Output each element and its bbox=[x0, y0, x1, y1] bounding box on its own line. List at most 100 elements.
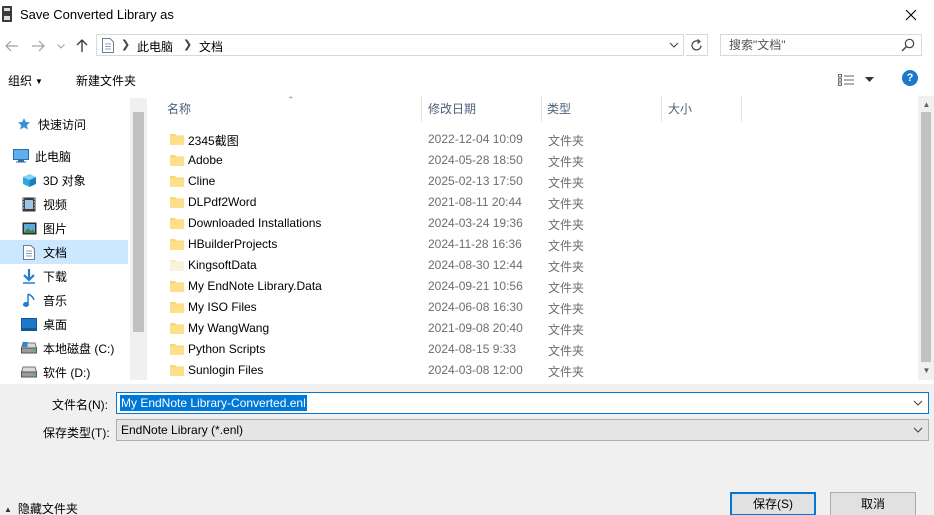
chevron-down-icon bbox=[57, 43, 65, 49]
sort-ascending-icon: ⌃ bbox=[287, 96, 295, 105]
column-header-type[interactable]: 类型 bbox=[542, 96, 662, 122]
close-button[interactable] bbox=[888, 0, 934, 30]
folder-icon bbox=[170, 134, 184, 145]
folder-icon bbox=[170, 176, 184, 187]
nav-item-drive-c[interactable]: 本地磁盘 (C:) bbox=[0, 336, 128, 360]
navigation-pane-scrollbar[interactable] bbox=[130, 98, 147, 380]
refresh-button[interactable] bbox=[686, 34, 708, 56]
column-header-size[interactable]: 大小 bbox=[662, 96, 742, 122]
scrollbar-thumb[interactable] bbox=[133, 112, 144, 332]
folder-icon bbox=[170, 281, 184, 292]
recent-locations-button[interactable] bbox=[54, 36, 68, 56]
folder-icon bbox=[170, 323, 184, 334]
file-row[interactable]: My ISO Files 2024-06-08 16:30 文件夹 bbox=[148, 297, 918, 318]
up-button[interactable] bbox=[72, 36, 92, 56]
file-modified: 2024-06-08 16:30 bbox=[428, 300, 523, 314]
nav-item-label: 文档 bbox=[43, 245, 68, 260]
cancel-button[interactable]: 取消 bbox=[830, 492, 916, 515]
nav-item-quick-access[interactable]: 快速访问 bbox=[0, 112, 128, 136]
window-title: Save Converted Library as bbox=[20, 7, 174, 22]
file-type: 文件夹 bbox=[548, 197, 585, 211]
search-input[interactable] bbox=[721, 35, 896, 55]
nav-item-label: 下载 bbox=[43, 269, 68, 284]
change-view-button[interactable] bbox=[838, 72, 878, 88]
scroll-down-icon[interactable]: ▼ bbox=[918, 364, 934, 378]
nav-item-drive-d[interactable]: 软件 (D:) bbox=[0, 360, 128, 380]
pictures-icon bbox=[21, 220, 37, 236]
breadcrumb-separator-icon: ❯ bbox=[183, 39, 193, 51]
view-details-icon bbox=[838, 74, 854, 86]
file-name: KingsoftData bbox=[188, 258, 257, 272]
column-header-modified[interactable]: 修改日期 bbox=[422, 96, 542, 122]
file-list-scrollbar[interactable]: ▲ ▼ bbox=[918, 96, 934, 380]
file-name: Cline bbox=[188, 174, 216, 188]
search-box[interactable] bbox=[720, 34, 922, 56]
address-bar[interactable]: ❯ 此电脑 ❯ 文档 bbox=[96, 34, 684, 56]
save-button[interactable]: 保存(S) bbox=[730, 492, 816, 515]
documents-icon bbox=[21, 244, 37, 260]
filename-label: 文件名(N): bbox=[52, 398, 108, 412]
file-modified: 2024-03-24 19:36 bbox=[428, 216, 523, 230]
nav-item-label: 桌面 bbox=[43, 317, 68, 332]
file-type: 文件夹 bbox=[548, 281, 585, 295]
file-type: 文件夹 bbox=[548, 344, 585, 358]
nav-item-label: 视频 bbox=[43, 197, 68, 212]
nav-item-label: 快速访问 bbox=[38, 117, 87, 132]
file-row[interactable]: Sunlogin Files 2024-03-08 12:00 文件夹 bbox=[148, 360, 918, 380]
nav-item-label: 3D 对象 bbox=[43, 173, 86, 188]
scroll-up-icon[interactable]: ▲ bbox=[918, 98, 934, 112]
file-modified: 2024-09-21 10:56 bbox=[428, 279, 523, 293]
nav-item-music[interactable]: 音乐 bbox=[0, 288, 128, 312]
column-header-name[interactable]: ⌃ 名称 bbox=[148, 96, 422, 122]
filename-value[interactable]: My EndNote Library-Converted.enl bbox=[120, 395, 307, 411]
music-icon bbox=[21, 292, 37, 308]
file-row[interactable]: Python Scripts 2024-08-15 9:33 文件夹 bbox=[148, 339, 918, 360]
file-row[interactable]: My EndNote Library.Data 2024-09-21 10:56… bbox=[148, 276, 918, 297]
organize-menu[interactable]: 组织 ▼ bbox=[8, 72, 43, 89]
column-header-label: 大小 bbox=[668, 102, 693, 116]
file-row[interactable]: My WangWang 2021-09-08 20:40 文件夹 bbox=[148, 318, 918, 339]
file-modified: 2024-03-08 12:00 bbox=[428, 363, 523, 377]
file-type: 文件夹 bbox=[548, 218, 585, 232]
scrollbar-thumb[interactable] bbox=[921, 112, 931, 362]
nav-item-downloads[interactable]: 下载 bbox=[0, 264, 128, 288]
filename-input[interactable]: My EndNote Library-Converted.enl bbox=[116, 392, 929, 414]
file-type: 文件夹 bbox=[548, 260, 585, 274]
new-folder-button[interactable]: 新建文件夹 bbox=[76, 72, 136, 89]
nav-item-label: 此电脑 bbox=[35, 149, 72, 164]
hide-folders-label: 隐藏文件夹 bbox=[17, 502, 78, 515]
hide-folders-toggle[interactable]: ▲ 隐藏文件夹 bbox=[4, 500, 78, 515]
breadcrumb-documents[interactable]: 文档 bbox=[199, 38, 223, 55]
nav-item-label: 音乐 bbox=[43, 293, 68, 308]
column-header-label: 修改日期 bbox=[428, 102, 477, 116]
filetype-label: 保存类型(T): bbox=[43, 426, 110, 440]
nav-item-videos[interactable]: 视频 bbox=[0, 192, 128, 216]
folder-icon bbox=[170, 344, 184, 355]
title-bar: Save Converted Library as bbox=[0, 0, 934, 30]
file-type: 文件夹 bbox=[548, 239, 585, 253]
nav-item-desktop[interactable]: 桌面 bbox=[0, 312, 128, 336]
file-row[interactable]: Adobe 2024-05-28 18:50 文件夹 bbox=[148, 150, 918, 171]
folder-icon bbox=[170, 302, 184, 313]
nav-item-pictures[interactable]: 图片 bbox=[0, 216, 128, 240]
file-row[interactable]: Downloaded Installations 2024-03-24 19:3… bbox=[148, 213, 918, 234]
search-icon[interactable] bbox=[901, 38, 915, 52]
file-row[interactable]: HBuilderProjects 2024-11-28 16:36 文件夹 bbox=[148, 234, 918, 255]
help-icon[interactable]: ? bbox=[902, 70, 918, 86]
nav-item-this-pc[interactable]: 此电脑 bbox=[0, 144, 128, 168]
nav-item-3d-objects[interactable]: 3D 对象 bbox=[0, 168, 128, 192]
star-icon bbox=[16, 116, 32, 132]
chevron-down-icon[interactable] bbox=[912, 397, 924, 409]
forward-button[interactable] bbox=[28, 36, 48, 56]
file-row[interactable]: KingsoftData 2024-08-30 12:44 文件夹 bbox=[148, 255, 918, 276]
back-button[interactable] bbox=[2, 36, 22, 56]
nav-item-documents[interactable]: 文档 bbox=[0, 240, 128, 264]
chevron-down-icon[interactable] bbox=[668, 38, 680, 52]
file-row[interactable]: DLPdf2Word 2021-08-11 20:44 文件夹 bbox=[148, 192, 918, 213]
file-name: Python Scripts bbox=[188, 342, 266, 356]
breadcrumb-this-pc[interactable]: 此电脑 bbox=[137, 38, 173, 55]
file-row[interactable]: 2345截图 2022-12-04 10:09 文件夹 bbox=[148, 129, 918, 150]
file-type: 文件夹 bbox=[548, 302, 585, 316]
filetype-select[interactable]: EndNote Library (*.enl) bbox=[116, 419, 929, 441]
file-row[interactable]: Cline 2025-02-13 17:50 文件夹 bbox=[148, 171, 918, 192]
